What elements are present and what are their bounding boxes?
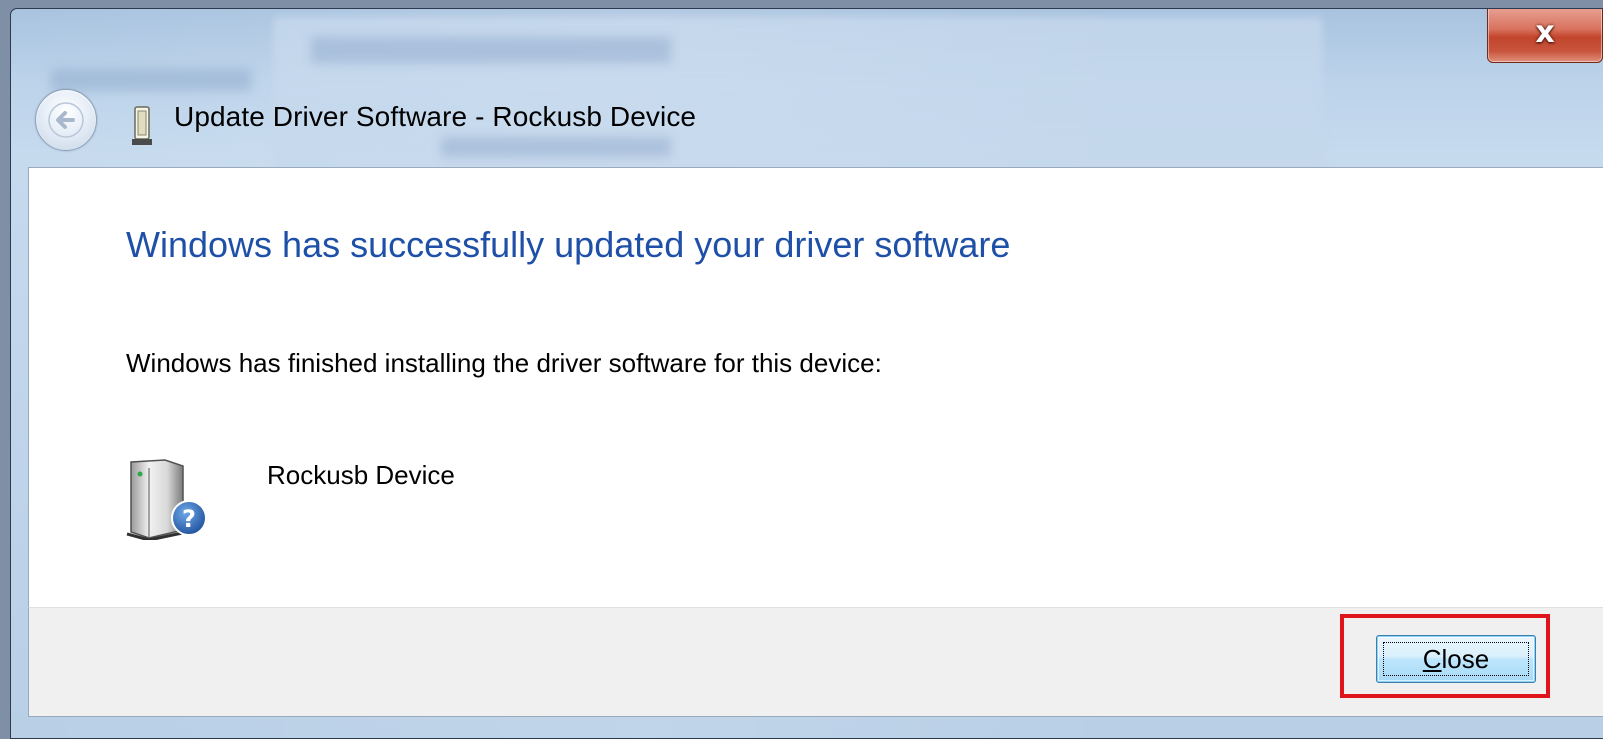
back-arrow-icon xyxy=(48,102,84,138)
window-title: Update Driver Software - Rockusb Device xyxy=(174,101,697,132)
close-button[interactable]: Close xyxy=(1376,635,1536,683)
device-name: Rockusb Device xyxy=(267,460,455,490)
close-mnemonic: C xyxy=(1422,643,1442,674)
screen: x Update Driver Software - Rockusb Devic… xyxy=(0,0,1603,739)
background-title-blur xyxy=(311,37,671,63)
dialog-window: x Update Driver Software - Rockusb Devic… xyxy=(10,8,1603,739)
background-tab-blur xyxy=(441,137,671,157)
page-heading: Windows has successfully updated your dr… xyxy=(126,224,1011,265)
window-close-button[interactable]: x xyxy=(1487,9,1603,63)
content-panel: Windows has successfully updated your dr… xyxy=(28,167,1603,608)
button-footer: Close xyxy=(28,607,1603,717)
back-button[interactable] xyxy=(35,89,97,151)
close-x-icon: x xyxy=(1535,14,1555,50)
background-menu-blur xyxy=(51,69,251,91)
usb-device-icon xyxy=(132,106,152,145)
unknown-device-icon: ? xyxy=(126,459,207,540)
svg-text:?: ? xyxy=(182,505,196,533)
close-button-label: Close xyxy=(1423,644,1489,675)
status-message: Windows has finished installing the driv… xyxy=(126,348,882,378)
close-label-rest: lose xyxy=(1441,643,1490,674)
